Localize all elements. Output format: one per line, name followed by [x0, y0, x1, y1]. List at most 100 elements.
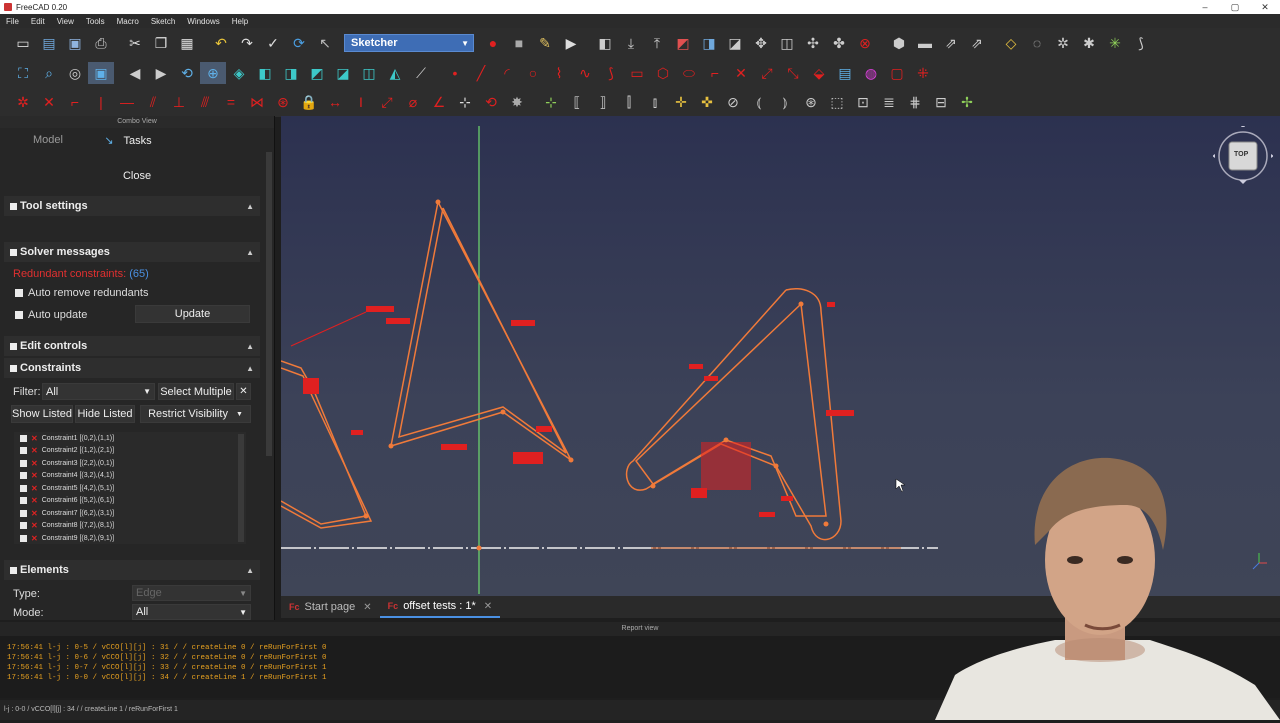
mode-select[interactable]: All ▼	[132, 604, 251, 620]
sketcher-icon-6[interactable]: ⟆	[1128, 32, 1154, 54]
back-icon[interactable]: ◀	[122, 62, 148, 84]
slot-icon[interactable]: ⬭	[676, 62, 702, 84]
checkbox-checked-icon[interactable]	[20, 447, 27, 455]
cancel-red-icon[interactable]: ⊗	[852, 32, 878, 54]
delete-constraints-icon[interactable]: ⋕	[902, 91, 928, 113]
constraint-cluster[interactable]	[701, 442, 751, 490]
list-item[interactable]: ✕ Constraint3 [(2,2),(0,1)]	[14, 457, 246, 470]
polyline-icon[interactable]: ⟆	[598, 62, 624, 84]
list-item[interactable]: ✕ Constraint2 [(1,2),(2,1)]	[14, 445, 246, 458]
chevron-up-icon[interactable]: ▲	[246, 342, 254, 351]
constraint-marker[interactable]	[536, 426, 552, 432]
select-redundant-icon[interactable]: ✛	[668, 91, 694, 113]
print-icon[interactable]: ⎙	[88, 32, 114, 54]
update-button[interactable]: Update	[135, 305, 250, 323]
vertex-point[interactable]	[435, 199, 441, 205]
select-elements-icon[interactable]: ⊘	[720, 91, 746, 113]
checkbox-checked-icon[interactable]	[20, 497, 27, 505]
dimension-label[interactable]	[826, 410, 854, 416]
dimension-label[interactable]	[386, 318, 410, 324]
measure-icon[interactable]: ⟋	[408, 62, 434, 84]
left-shape-inner[interactable]	[281, 367, 373, 529]
polygon-icon[interactable]: ⬡	[650, 62, 676, 84]
select-conflicting-icon[interactable]: ✜	[694, 91, 720, 113]
paste-icon[interactable]: ▦	[174, 32, 200, 54]
vertical-constraint-icon[interactable]: ⌐	[62, 91, 88, 113]
construction-icon[interactable]: ▢	[884, 62, 910, 84]
constraint-marker[interactable]	[827, 302, 835, 307]
stop-macro-icon[interactable]: ■	[506, 32, 532, 54]
menu-sketch[interactable]: Sketch	[145, 17, 181, 26]
check-icon[interactable]: ✓	[260, 32, 286, 54]
redo-icon[interactable]: ↷	[234, 32, 260, 54]
bspline-icon[interactable]: ∿	[572, 62, 598, 84]
zoom-box-icon[interactable]: ⊕	[200, 62, 226, 84]
section-edit-controls[interactable]: Edit controls ▲	[4, 336, 260, 356]
checkbox-checked-icon[interactable]	[20, 534, 27, 542]
conic-icon[interactable]: ⌇	[546, 62, 572, 84]
delete-all-icon[interactable]: ✢	[954, 91, 980, 113]
std-icon-1[interactable]: ◧	[592, 32, 618, 54]
menu-view[interactable]: View	[51, 17, 80, 26]
chevron-up-icon[interactable]: ▲	[246, 248, 254, 257]
carbon-copy-icon[interactable]: ▤	[832, 62, 858, 84]
coincident-icon[interactable]: ✲	[10, 91, 36, 113]
vertex-point[interactable]	[500, 409, 506, 415]
sketcher-icon-3[interactable]: ✲	[1050, 32, 1076, 54]
checkbox-checked-icon[interactable]	[20, 522, 27, 530]
top-view-icon[interactable]: ◨	[278, 62, 304, 84]
export-icon[interactable]: ⤒	[644, 32, 670, 54]
dimension-label[interactable]	[441, 444, 467, 450]
select-vaxis-icon[interactable]: ⫿	[616, 91, 642, 113]
sketch-geometry[interactable]	[281, 201, 842, 541]
parallel-icon[interactable]: —	[114, 91, 140, 113]
forward-icon[interactable]: ▶	[148, 62, 174, 84]
origin-point[interactable]	[476, 545, 482, 551]
select-constraints-icon[interactable]: ⟦	[564, 91, 590, 113]
constraint-marker[interactable]	[513, 452, 543, 464]
front-view-icon[interactable]: ◧	[252, 62, 278, 84]
chevron-up-icon[interactable]: ▲	[246, 566, 254, 575]
array-icon[interactable]: ≣	[876, 91, 902, 113]
chevron-up-icon[interactable]: ▲	[246, 364, 254, 373]
equal-icon[interactable]: ⫻	[192, 91, 218, 113]
section-solver-messages[interactable]: Solver messages ▲	[4, 242, 260, 262]
snell-icon[interactable]: ⊹	[452, 91, 478, 113]
select-multiple-button[interactable]: Select Multiple	[158, 383, 234, 400]
navigation-cube[interactable]: TOP	[1212, 124, 1274, 190]
record-macro-icon[interactable]: ●	[480, 32, 506, 54]
auto-remove-checkbox[interactable]: Auto remove redundants	[15, 287, 148, 299]
list-item[interactable]: ✕ Constraint6 [(5,2),(6,1)]	[14, 495, 246, 508]
redundant-count[interactable]: (65)	[129, 268, 149, 280]
tab-start-page[interactable]: Fc Start page ✕	[281, 596, 380, 618]
constraint-marker[interactable]	[759, 512, 775, 517]
checkbox-checked-icon[interactable]	[20, 472, 27, 480]
sketcher-icon-2[interactable]: ◌	[1024, 32, 1050, 54]
clone-icon[interactable]: ⊛	[798, 91, 824, 113]
dimension-label[interactable]	[511, 320, 535, 326]
symmetry-icon[interactable]: ⦆	[772, 91, 798, 113]
checkbox-checked-icon[interactable]	[20, 459, 27, 467]
dimension-label[interactable]	[366, 306, 394, 312]
symmetric-icon[interactable]: =	[218, 91, 244, 113]
vertex-point[interactable]	[823, 521, 829, 527]
workbench-selector[interactable]: Sketcher ▼	[344, 34, 474, 52]
show-listed-button[interactable]: Show Listed	[11, 405, 73, 423]
copy-elements-icon[interactable]: ⬚	[824, 91, 850, 113]
draw-style-icon[interactable]: ◎	[62, 62, 88, 84]
undo-icon[interactable]: ↶	[208, 32, 234, 54]
tab-offset-tests[interactable]: Fc offset tests : 1* ✕	[379, 596, 501, 618]
split-icon[interactable]: ⤡	[780, 62, 806, 84]
filter-select[interactable]: All ▼	[42, 383, 155, 400]
type-select[interactable]: Edge ▼	[132, 585, 251, 601]
list-item[interactable]: ✕ Constraint9 [(8,2),(9,1)]	[14, 532, 246, 545]
sketcher-icon-4[interactable]: ✱	[1076, 32, 1102, 54]
navigation-cube-icon[interactable]	[1212, 124, 1274, 190]
trim-icon[interactable]: ✕	[728, 62, 754, 84]
list-item[interactable]: ✕ Constraint4 [(3,2),(4,1)]	[14, 470, 246, 483]
vertex-point[interactable]	[798, 301, 804, 307]
import-icon[interactable]: ⤓	[618, 32, 644, 54]
run-macro-icon[interactable]: ▶	[558, 32, 584, 54]
bottom-view-icon[interactable]: ◫	[356, 62, 382, 84]
cut-icon[interactable]: ✂	[122, 32, 148, 54]
